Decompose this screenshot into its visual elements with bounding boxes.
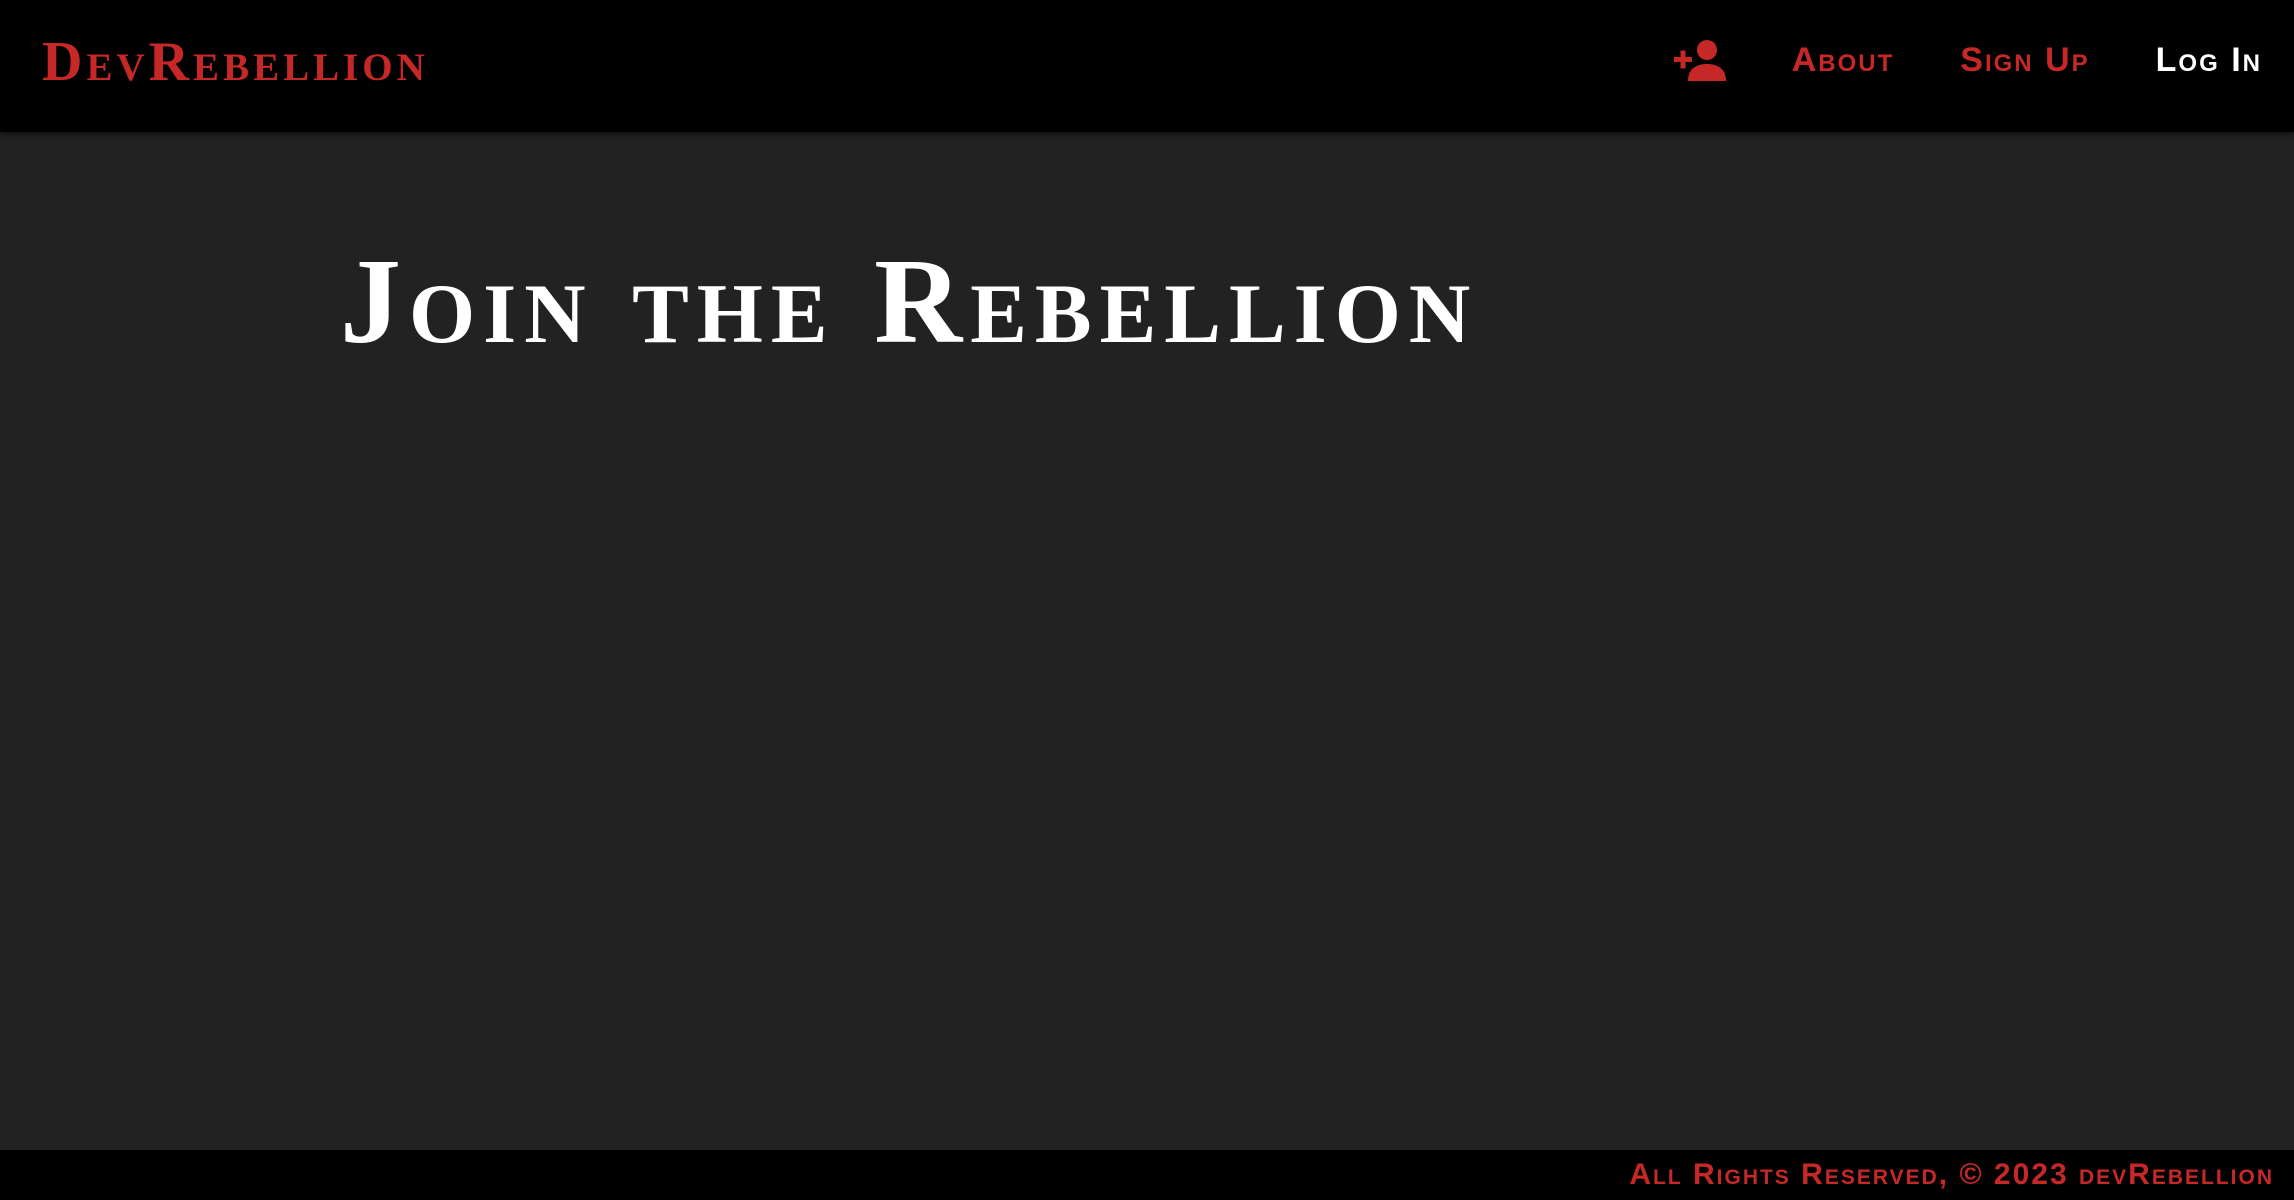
footer: All Rights Reserved, © 2023 devRebellion: [0, 1150, 2294, 1200]
brand-logo-link[interactable]: DevRebellion: [42, 30, 429, 94]
nav-about-link[interactable]: About: [1792, 36, 1895, 84]
add-user-icon[interactable]: [1673, 39, 1726, 81]
page-title: Join the Rebellion: [340, 234, 1479, 369]
page: DevRebellion About Sign Up Log In Join t…: [0, 0, 2294, 1200]
footer-copyright: All Rights Reserved, © 2023 devRebellion: [1629, 1158, 2274, 1191]
nav-links: About Sign Up Log In: [1673, 36, 2262, 84]
nav-login-link[interactable]: Log In: [2156, 36, 2262, 84]
nav-signup-link[interactable]: Sign Up: [1960, 36, 2089, 84]
navbar: DevRebellion About Sign Up Log In: [0, 0, 2294, 132]
main-content: Join the Rebellion: [0, 132, 2294, 1150]
